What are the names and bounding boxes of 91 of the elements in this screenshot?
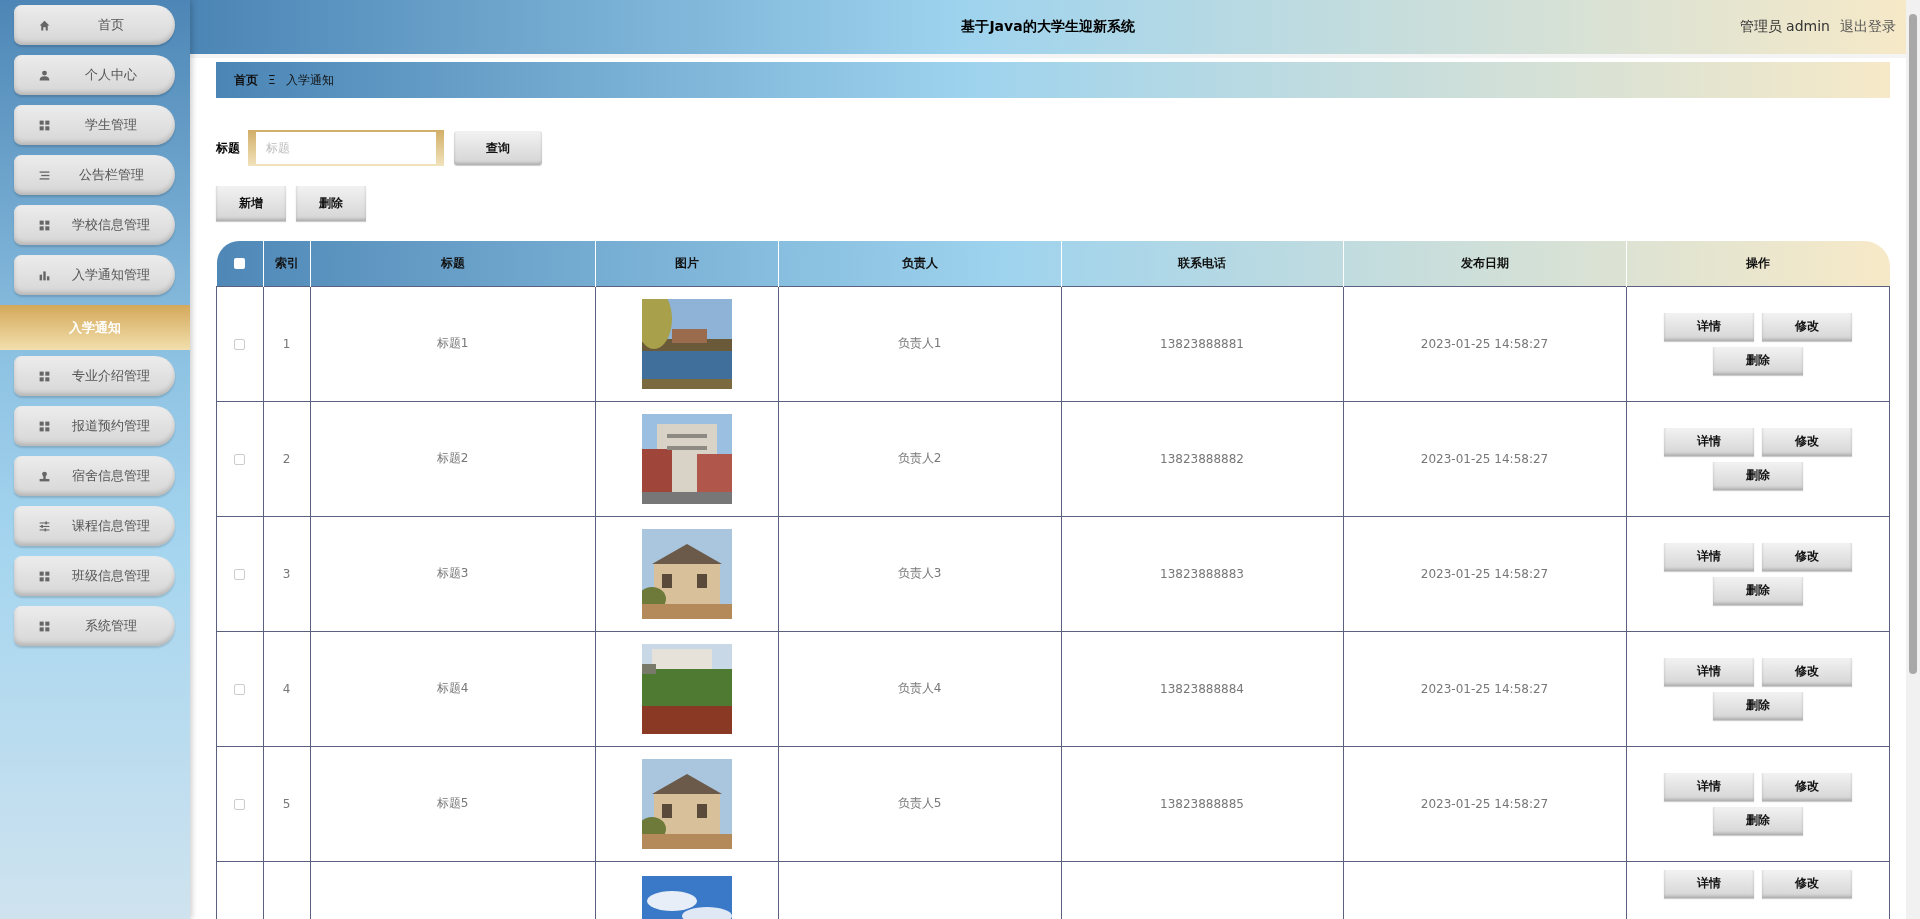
table-cell: 2023-01-25 14:58:27 [1420,796,1549,811]
breadcrumb-link[interactable]: 首页 [234,71,258,89]
logout-link[interactable]: 退出登录 [1840,18,1896,36]
row-action-button[interactable]: 修改 [1761,772,1852,801]
toolbar-button[interactable]: 删除 [296,186,366,221]
table-cell: 2023-01-25 14:58:27 [1420,336,1549,351]
table-cell: 标题3 [436,566,469,580]
column-header: 操作 [1626,241,1890,286]
row-action-button[interactable]: 修改 [1761,427,1852,456]
table-cell: 13823888884 [1160,681,1244,696]
grid-icon [38,369,51,383]
column-header: 发布日期 [1343,241,1626,286]
row-action-button[interactable]: 详情 [1663,772,1754,801]
row-action-button[interactable]: 删除 [1712,576,1803,605]
row-action-button[interactable]: 修改 [1761,542,1852,571]
table-cell: 3 [282,566,291,581]
user-label: 管理员 admin [1739,18,1830,36]
scrollbar[interactable] [1906,0,1920,919]
column-header: 索引 [263,241,310,286]
row-action-button[interactable]: 删除 [1712,691,1803,720]
grid-icon [38,569,51,583]
home-icon [38,18,51,32]
row-checkbox[interactable] [234,798,246,810]
table-cell: 2023-01-25 14:58:27 [1420,681,1549,696]
row-action-button[interactable]: 详情 [1663,542,1754,571]
table-cell: 负责人3 [897,566,942,580]
table-cell: 2023-01-25 14:58:27 [1420,566,1549,581]
select-all-checkbox[interactable] [234,258,245,270]
table-cell: 标题1 [436,336,469,350]
row-action-button[interactable]: 修改 [1761,869,1852,898]
sidebar-item[interactable]: 入学通知管理 [14,255,175,295]
table-cell: 标题2 [436,451,469,465]
grid-icon [38,619,51,633]
sidebar-item[interactable]: 报道预约管理 [14,406,175,446]
table-cell: 5 [282,796,291,811]
sidebar-item[interactable]: 宿舍信息管理 [14,456,175,496]
sidebar-item[interactable]: 班级信息管理 [14,556,175,596]
stamp-icon [38,469,51,483]
app-title: 基于Java的大学生迎新系统 [961,18,1135,36]
sidebar-item[interactable]: 学生管理 [14,105,175,145]
row-checkbox[interactable] [234,338,246,350]
table-cell: 负责人2 [897,451,942,465]
table-cell: 标题5 [436,796,469,810]
row-action-button[interactable]: 详情 [1663,312,1754,341]
row-action-button[interactable]: 修改 [1761,312,1852,341]
row-action-button[interactable]: 删除 [1712,806,1803,835]
table-cell: 13823888883 [1160,566,1244,581]
row-action-button[interactable]: 删除 [1712,461,1803,490]
sidebar-item[interactable]: 学校信息管理 [14,205,175,245]
table-cell: 负责人1 [897,336,942,350]
table-cell: 标题4 [436,681,469,695]
list-icon [38,168,51,182]
table-cell: 负责人5 [897,796,942,810]
table-cell: 负责人4 [897,681,942,695]
row-checkbox[interactable] [234,568,246,580]
row-action-button[interactable]: 详情 [1663,869,1754,898]
column-header: 联系电话 [1061,241,1343,286]
sidebar-item[interactable]: 公告栏管理 [14,155,175,195]
breadcrumb-current: 入学通知 [285,71,334,89]
row-action-button[interactable]: 详情 [1663,657,1754,686]
row-checkbox[interactable] [234,683,246,695]
table-cell: 2 [282,451,291,466]
row-checkbox[interactable] [234,453,246,465]
toolbar-button[interactable]: 新增 [216,186,286,221]
sliders-icon [38,519,51,533]
breadcrumb-separator: Ξ [268,73,276,87]
row-action-button[interactable]: 修改 [1761,657,1852,686]
user-icon [38,68,51,82]
grid-icon [38,419,51,433]
table-cell: 13823888885 [1160,796,1244,811]
column-header: 图片 [595,241,778,286]
search-button[interactable]: 查询 [454,131,542,165]
table-cell: 13823888881 [1160,336,1244,351]
row-action-button[interactable]: 删除 [1712,346,1803,375]
sidebar-item[interactable]: 课程信息管理 [14,506,175,546]
column-header: 负责人 [778,241,1061,286]
grid-icon [38,118,51,132]
grid-icon [38,218,51,232]
search-label: 标题 [216,139,240,157]
table-cell: 4 [282,681,291,696]
table-cell: 1 [282,336,291,351]
column-header: 标题 [310,241,595,286]
search-field[interactable]: 标题 [248,130,444,166]
table-cell: 2023-01-25 14:58:27 [1420,451,1549,466]
sidebar-item[interactable]: 系统管理 [14,606,175,646]
sidebar-item[interactable]: 个人中心 [14,55,175,95]
bar-chart-icon [38,268,51,282]
sidebar-item[interactable]: 专业介绍管理 [14,356,175,396]
row-action-button[interactable]: 详情 [1663,427,1754,456]
table-cell: 13823888882 [1160,451,1244,466]
sidebar-item[interactable]: 首页 [14,5,175,45]
